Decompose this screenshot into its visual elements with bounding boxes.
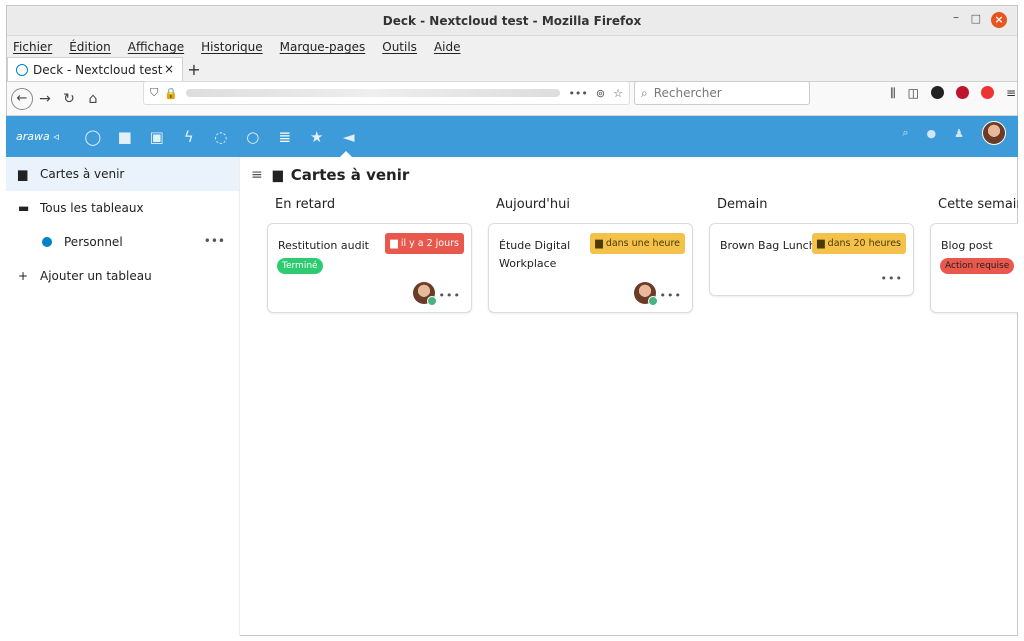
tab-deck[interactable]: Deck - Nextcloud test × <box>7 57 183 81</box>
tab-close-icon[interactable]: × <box>164 62 174 76</box>
menu-bar: Fichier Édition Affichage Historique Mar… <box>7 36 1017 58</box>
window-title: Deck - Nextcloud test - Mozilla Firefox <box>382 14 642 28</box>
lock-icon: 🔒 <box>164 86 178 100</box>
sidebar-icon[interactable]: ◫ <box>908 86 919 101</box>
toolbar-right: ⫼ ◫ ≡ <box>890 86 1016 101</box>
new-tab-button[interactable]: + <box>183 59 205 81</box>
shield-icon: ⛉ <box>150 86 159 99</box>
search-placeholder: Rechercher <box>653 86 722 100</box>
back-arrow-icon[interactable]: ← <box>11 87 33 110</box>
nextcloud-favicon-icon <box>16 63 28 76</box>
menu-edition[interactable]: Édition <box>69 40 111 54</box>
minimize-button[interactable]: – <box>953 10 959 24</box>
title-bar: Deck - Nextcloud test - Mozilla Firefox … <box>7 6 1017 36</box>
hamburger-menu-icon[interactable]: ≡ <box>1006 86 1016 101</box>
tab-bar: Deck - Nextcloud test × + <box>7 57 1017 82</box>
library-icon[interactable]: ⫼ <box>890 86 896 101</box>
ublock-icon[interactable] <box>955 86 969 99</box>
reload-icon[interactable]: ↻ <box>57 87 81 111</box>
tab-label: Deck - Nextcloud test <box>33 62 163 77</box>
search-bar[interactable]: ⌕ Rechercher <box>634 81 810 105</box>
pocket-icon[interactable]: ⊚ <box>596 87 605 100</box>
forward-arrow-icon[interactable]: → <box>33 87 57 111</box>
home-icon[interactable]: ⌂ <box>81 87 105 111</box>
menu-aide[interactable]: Aide <box>434 40 461 54</box>
menu-historique[interactable]: Historique <box>201 40 263 54</box>
maximize-button[interactable]: □ <box>971 12 981 25</box>
menu-affichage[interactable]: Affichage <box>128 40 184 54</box>
url-bar[interactable]: ⛉ 🔒 ••• ⊚ ☆ <box>143 81 630 105</box>
menu-outils[interactable]: Outils <box>382 40 417 54</box>
url-text-blurred <box>185 89 561 97</box>
menu-fichier[interactable]: Fichier <box>13 40 52 54</box>
page-actions-icon[interactable]: ••• <box>568 87 587 100</box>
search-icon: ⌕ <box>641 85 648 100</box>
extension-icon[interactable] <box>930 86 944 99</box>
menu-marque-pages[interactable]: Marque-pages <box>280 40 366 54</box>
adblock-icon[interactable] <box>980 86 994 99</box>
bookmark-star-icon[interactable]: ☆ <box>613 87 623 100</box>
close-window-button[interactable]: × <box>991 12 1007 28</box>
